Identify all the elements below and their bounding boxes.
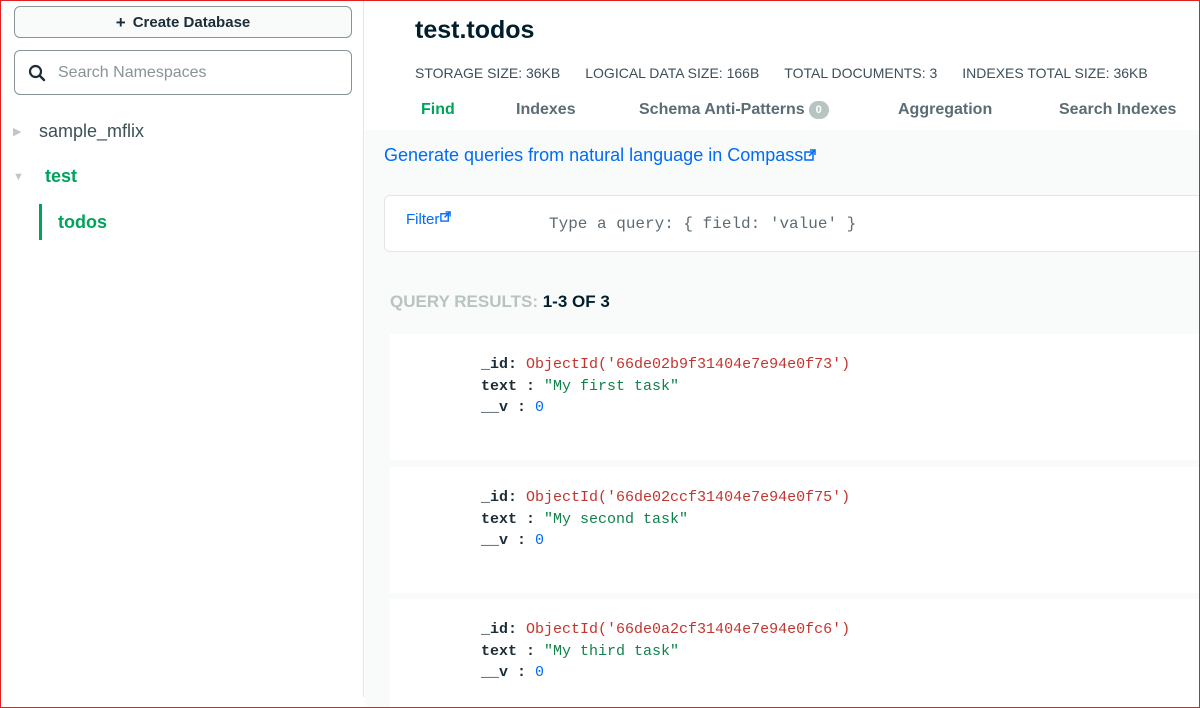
- sidebar-item-sample-mflix[interactable]: ▶ sample_mflix: [13, 121, 144, 142]
- tab-label: Indexes: [516, 101, 576, 118]
- document-card[interactable]: _id: ObjectId('66de02b9f31404e7e94e0f73'…: [390, 334, 1199, 460]
- tab-find[interactable]: Find: [421, 101, 455, 119]
- plus-icon: +: [115, 12, 126, 32]
- filter-link[interactable]: Filter: [406, 211, 452, 228]
- document-fields: _id: ObjectId('66de0a2cf31404e7e94e0fc6'…: [481, 621, 851, 681]
- logical-size-stat: LOGICAL DATA SIZE: 166B: [585, 65, 760, 81]
- indexes-size-stat: INDEXES TOTAL SIZE: 36KB: [962, 65, 1148, 81]
- page-title: test.todos: [415, 16, 535, 44]
- filter-query-input[interactable]: [549, 208, 1189, 240]
- tab-aggregation[interactable]: Aggregation: [898, 101, 992, 119]
- collection-header: test.todos STORAGE SIZE: 36KB LOGICAL DA…: [365, 1, 1199, 130]
- sidebar: + Create Database ▶ sample_mflix ▼ test …: [1, 1, 364, 697]
- sidebar-item-todos[interactable]: todos: [39, 204, 107, 240]
- create-database-label: Create Database: [132, 13, 251, 31]
- document-card[interactable]: _id: ObjectId('66de02ccf31404e7e94e0f75'…: [390, 467, 1199, 593]
- external-link-icon: [440, 211, 452, 222]
- total-documents-stat: TOTAL DOCUMENTS: 3: [784, 65, 938, 81]
- search-namespaces-field: [14, 50, 352, 95]
- field-value-string: "My second task": [544, 510, 689, 528]
- field-value-number: 0: [535, 399, 545, 416]
- search-icon: [28, 64, 46, 81]
- field-key: _id: [481, 356, 509, 373]
- document-fields: _id: ObjectId('66de02ccf31404e7e94e0f75'…: [481, 489, 851, 549]
- field-value-objectid: ObjectId('66de02b9f31404e7e94e0f73'): [526, 356, 851, 373]
- field-key: text: [481, 510, 518, 528]
- count-badge: 0: [808, 101, 829, 119]
- field-key: _id: [481, 621, 509, 638]
- tab-label: Schema Anti-Patterns: [639, 101, 805, 118]
- document-fields: _id: ObjectId('66de02b9f31404e7e94e0f73'…: [481, 356, 851, 416]
- search-namespaces-input[interactable]: [58, 63, 328, 82]
- field-value-objectid: ObjectId('66de0a2cf31404e7e94e0fc6'): [526, 621, 851, 638]
- storage-size-stat: STORAGE SIZE: 36KB: [415, 65, 561, 81]
- field-key: _id: [481, 489, 509, 506]
- collection-name: todos: [58, 211, 107, 232]
- tab-label: Search Indexes: [1059, 101, 1177, 118]
- field-value-objectid: ObjectId('66de02ccf31404e7e94e0f75'): [526, 489, 851, 506]
- external-link-icon: [804, 149, 816, 161]
- field-value-number: 0: [535, 532, 545, 549]
- field-key: __v: [481, 399, 509, 416]
- field-key: text: [481, 642, 518, 660]
- create-database-button[interactable]: + Create Database: [14, 6, 352, 38]
- results-count: 1-3 OF 3: [542, 292, 610, 311]
- query-results-summary: QUERY RESULTS: 1-3 OF 3: [390, 292, 610, 312]
- main-panel: test.todos STORAGE SIZE: 36KB LOGICAL DA…: [365, 1, 1199, 708]
- tab-bar: Find Indexes Schema Anti-Patterns 0 Aggr…: [365, 101, 1199, 129]
- caret-down-icon: ▼: [13, 170, 24, 183]
- natural-language-query-link[interactable]: Generate queries from natural language i…: [384, 145, 816, 166]
- field-key: __v: [481, 532, 509, 549]
- tab-indexes[interactable]: Indexes: [516, 101, 576, 119]
- tab-label: Find: [421, 101, 455, 118]
- filter-label: Filter: [406, 211, 440, 228]
- field-value-number: 0: [535, 664, 545, 681]
- link-text: Generate queries from natural language i…: [384, 145, 804, 165]
- field-value-string: "My first task": [544, 377, 680, 395]
- field-key: __v: [481, 664, 509, 681]
- tab-label: Aggregation: [898, 101, 993, 118]
- field-value-string: "My third task": [544, 642, 680, 660]
- database-name: test: [45, 166, 78, 186]
- tab-schema-anti-patterns[interactable]: Schema Anti-Patterns 0: [639, 101, 829, 119]
- filter-bar: Filter: [384, 195, 1199, 252]
- database-name: sample_mflix: [39, 121, 145, 141]
- sidebar-item-test[interactable]: ▼ test: [13, 166, 77, 187]
- results-label: QUERY RESULTS:: [390, 292, 538, 311]
- collection-stats: STORAGE SIZE: 36KB LOGICAL DATA SIZE: 16…: [415, 65, 1173, 81]
- document-card[interactable]: _id: ObjectId('66de0a2cf31404e7e94e0fc6'…: [390, 599, 1199, 708]
- tab-search-indexes[interactable]: Search Indexes: [1059, 101, 1176, 119]
- caret-right-icon: ▶: [13, 126, 22, 138]
- field-key: text: [481, 377, 518, 395]
